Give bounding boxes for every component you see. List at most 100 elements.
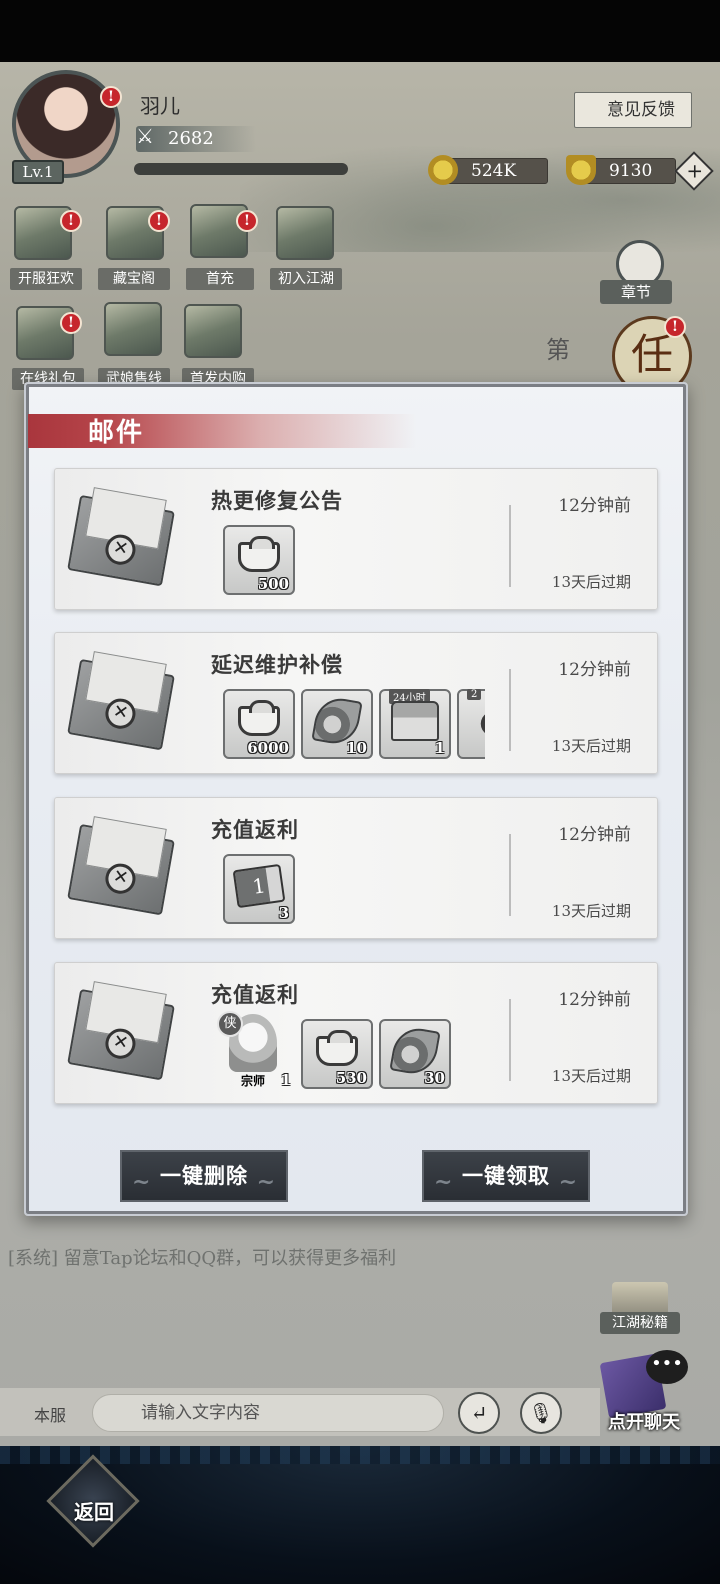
- reward-quantity: 3: [278, 904, 289, 922]
- yin-yang-icon: [276, 206, 334, 260]
- reward-item[interactable]: 10: [301, 689, 373, 759]
- mail-time: 12分钟前: [558, 990, 631, 1010]
- top-status-area: [0, 0, 720, 62]
- gold-counter: 9130: [584, 158, 676, 184]
- mail-rewards: 500: [223, 525, 485, 597]
- plus-icon: +: [686, 158, 704, 183]
- mail-subject: 延迟维护补偿: [211, 652, 343, 677]
- mail-expiry: 13天后过期: [551, 737, 631, 755]
- secret-manual-label: 江湖秘籍: [600, 1312, 680, 1334]
- reward-item[interactable]: 6000: [223, 689, 295, 759]
- open-chat-label: 点开聊天: [608, 1412, 680, 1433]
- experience-bar: [134, 163, 348, 175]
- mail-divider: [509, 669, 511, 751]
- coin-counter: 524K: [444, 158, 548, 184]
- chapter-text: 第: [546, 336, 570, 364]
- mail-item[interactable]: ✕ 充值返利 1 3 12分钟前 13天后过期: [54, 797, 658, 939]
- mail-divider: [509, 999, 511, 1081]
- reward-item[interactable]: 500: [223, 525, 295, 595]
- reward-quantity: 10: [346, 739, 367, 757]
- mail-title: 邮件: [88, 418, 145, 448]
- menu-celebration-label: 开服狂欢: [10, 268, 82, 290]
- hero-portrait-icon: [184, 304, 242, 358]
- player-name: 羽儿: [140, 94, 180, 118]
- silver-ingot-icon: [316, 1030, 358, 1066]
- reward-item[interactable]: 1 3: [223, 854, 295, 924]
- menu-newbie-label: 初入江湖: [270, 268, 342, 290]
- menu-first-charge-label: 首充: [186, 268, 254, 290]
- envelope-icon: ✕: [65, 649, 180, 761]
- mail-rewards: 1 3: [223, 854, 485, 926]
- mail-subject: 充值返利: [211, 982, 299, 1007]
- secret-manual-button[interactable]: 江湖秘籍: [600, 1282, 680, 1334]
- secret-book-icon: [612, 1282, 668, 1316]
- menu-treasure-badge: !: [148, 210, 170, 232]
- mail-subject: 充值返利: [211, 817, 299, 842]
- player-power: 2682: [168, 128, 214, 149]
- reward-quantity: 30: [424, 1069, 445, 1087]
- menu-treasure-label: 藏宝阁: [98, 268, 170, 290]
- mail-time: 12分钟前: [558, 660, 631, 680]
- delete-all-button[interactable]: 一键删除: [120, 1150, 288, 1206]
- mail-expiry: 13天后过期: [551, 1067, 631, 1085]
- menu-celebration-badge: !: [60, 210, 82, 232]
- mail-time: 12分钟前: [558, 496, 631, 516]
- mail-item[interactable]: ✕ 充值返利 侠 宗师 1 530 30 12分钟前 13天后过期: [54, 962, 658, 1104]
- menu-newbie-button[interactable]: [274, 206, 336, 266]
- mail-title-band: [28, 414, 416, 448]
- mail-divider: [509, 505, 511, 587]
- envelope-icon: ✕: [65, 979, 180, 1091]
- mail-rewards: 6000 10 24小时 1 2 ◐: [223, 689, 485, 761]
- treasure-chest-icon: [391, 701, 439, 741]
- microphone-button[interactable]: 🎙: [520, 1392, 562, 1434]
- chat-channel-label[interactable]: 本服: [34, 1402, 66, 1426]
- menu-online-gift-badge: !: [60, 312, 82, 334]
- sect-badge: 侠: [217, 1011, 243, 1037]
- reward-item[interactable]: 530: [301, 1019, 373, 1089]
- menu-first-charge-badge: !: [236, 210, 258, 232]
- menu-launch-purchase-button[interactable]: [182, 304, 244, 364]
- reward-item[interactable]: 侠 宗师 1: [217, 1011, 295, 1089]
- player-level: Lv.1: [12, 160, 64, 184]
- mail-expiry: 13天后过期: [551, 902, 631, 920]
- envelope-icon: ✕: [65, 485, 180, 597]
- reward-quantity: 6000: [247, 739, 289, 757]
- chat-input[interactable]: 请输入文字内容: [92, 1394, 444, 1432]
- mail-item[interactable]: ✕ 延迟维护补偿 6000 10 24小时 1 2 ◐ 12分钟前 13天后过期: [54, 632, 658, 774]
- mail-item[interactable]: ✕ 热更修复公告 500 12分钟前 13天后过期: [54, 468, 658, 610]
- reward-item[interactable]: 30: [379, 1019, 451, 1089]
- back-button[interactable]: 返回: [44, 1454, 144, 1560]
- mail-rewards: 侠 宗师 1 530 30: [217, 1011, 485, 1091]
- power-icon: ⚔: [136, 124, 154, 148]
- reward-item[interactable]: 24小时 1: [379, 689, 451, 759]
- task-alert-badge: !: [664, 316, 686, 338]
- back-label: 返回: [74, 1500, 114, 1524]
- reward-name: 宗师: [241, 1074, 266, 1088]
- ticket-icon: [104, 302, 162, 356]
- mail-divider: [509, 834, 511, 916]
- reward-quantity: 500: [257, 575, 289, 593]
- avatar-alert-badge: !: [100, 86, 122, 108]
- mail-subject: 热更修复公告: [211, 488, 343, 513]
- mail-expiry: 13天后过期: [551, 573, 631, 591]
- envelope-icon: ✕: [65, 814, 180, 926]
- reward-quantity: 1: [434, 739, 445, 757]
- menu-ticket-button[interactable]: [102, 302, 164, 362]
- claim-all-button[interactable]: 一键领取: [422, 1150, 590, 1206]
- silver-ingot-icon: [238, 536, 280, 572]
- partial-item-icon: ◐: [469, 699, 485, 743]
- ticket-icon: 1: [232, 863, 286, 909]
- coin-icon: [428, 155, 458, 185]
- feedback-button[interactable]: 意见反馈: [574, 92, 692, 128]
- chapter-label: 章节: [600, 280, 672, 304]
- reward-quantity: 1: [280, 1071, 291, 1089]
- reward-quantity: 530: [335, 1069, 367, 1087]
- open-chat-button[interactable]: ••• 点开聊天: [594, 1350, 694, 1433]
- system-message: [系统] 留意Tap论坛和QQ群，可以获得更多福利: [8, 1248, 397, 1269]
- send-button[interactable]: ↵: [458, 1392, 500, 1434]
- silver-ingot-icon: [238, 700, 280, 736]
- chat-bubble-icon: •••: [646, 1350, 688, 1384]
- reward-item[interactable]: 2 ◐: [457, 689, 485, 759]
- mail-time: 12分钟前: [558, 825, 631, 845]
- gold-ingot-icon: [566, 155, 596, 185]
